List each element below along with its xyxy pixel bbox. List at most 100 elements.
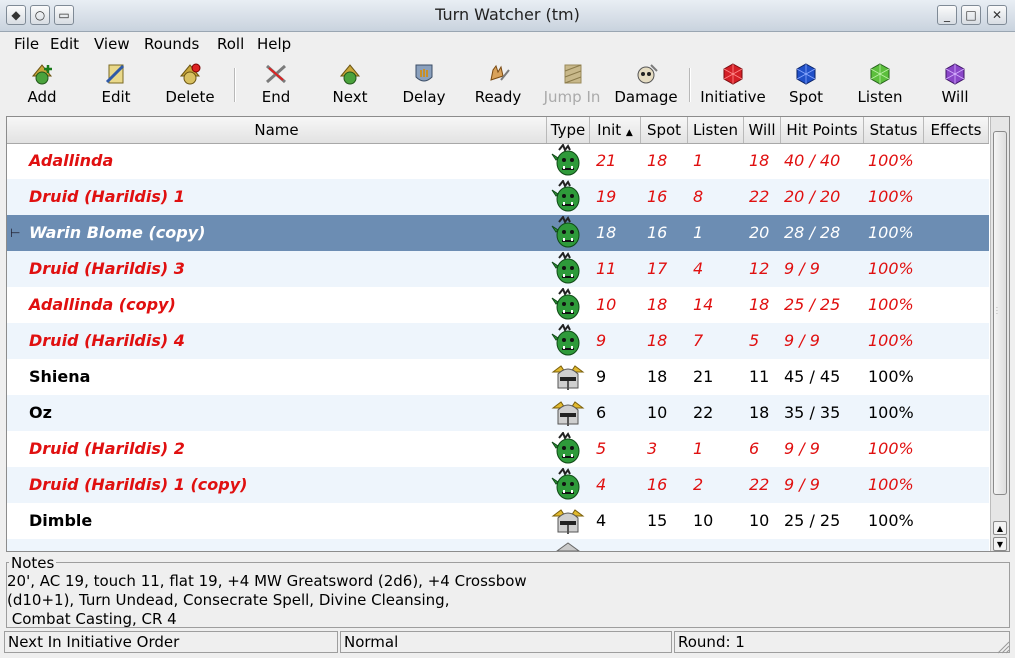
cell-listen: 7 (693, 331, 704, 350)
cell-listen: 10 (693, 511, 714, 530)
orc-icon (551, 180, 580, 212)
table-row[interactable]: Druid (Harildis) 1 (copy) 4 16 2 22 9 / 9 100% (7, 467, 989, 503)
vertical-scrollbar[interactable]: · · · ▲ ▼ (990, 117, 1009, 551)
spot-button[interactable]: Spot (770, 60, 842, 110)
scroll-down-button[interactable]: ▼ (993, 537, 1007, 551)
column-header-init[interactable]: Init ▲ (590, 117, 641, 143)
orc-icon (551, 144, 580, 176)
cell-status: 100% (868, 187, 914, 206)
cell-will: 18 (749, 403, 770, 422)
table-row[interactable]: Shiena 9 18 21 11 45 / 45 100% (7, 359, 989, 395)
column-header-name[interactable]: Name (7, 117, 547, 143)
menu-view[interactable]: View (94, 35, 130, 53)
table-row[interactable]: Druid (Harildis) 3 11 17 4 12 9 / 9 100% (7, 251, 989, 287)
orc-icon (551, 432, 580, 464)
cell-spot: 10 (647, 403, 668, 422)
ready-button[interactable]: Ready (462, 60, 534, 110)
cell-spot: 18 (647, 331, 668, 350)
initiative-button[interactable]: Initiative (697, 60, 769, 110)
toolbar-separator (234, 68, 236, 102)
menu-help[interactable]: Help (257, 35, 291, 53)
will-button[interactable]: Will (919, 60, 991, 110)
table-row[interactable]: ⊢ Warin Blome (copy) 18 16 1 20 28 / 28 100% (7, 215, 989, 251)
menu-edit[interactable]: Edit (50, 35, 79, 53)
cell-listen: 14 (693, 295, 714, 314)
cell-spot: 17 (647, 259, 668, 278)
cell-will: 22 (749, 475, 770, 494)
cell-spot: 18 (647, 295, 668, 314)
add-button[interactable]: Add (6, 60, 78, 110)
cell-init: 5 (596, 439, 607, 458)
helmet-icon (556, 542, 580, 551)
menu-file[interactable]: File (14, 35, 39, 53)
table-row[interactable]: Druid (Harildis) 1 19 16 8 22 20 / 20 100% (7, 179, 989, 215)
column-header-type[interactable]: Type (547, 117, 590, 143)
table-row[interactable]: Oz 6 10 22 18 35 / 35 100% (7, 395, 989, 431)
cell-init: 6 (596, 403, 607, 422)
status-round: Round: 1 (674, 631, 1010, 653)
damage-icon (637, 64, 658, 84)
end-button[interactable]: End (240, 60, 312, 110)
jump-in-button[interactable]: Jump In (536, 60, 608, 110)
table-header: Name Type Init ▲ Spot Listen Will Hit Po… (7, 117, 989, 144)
cell-listen: 1 (693, 151, 704, 170)
orc-icon (551, 288, 580, 320)
cell-hp: 9 / 9 (784, 259, 820, 278)
sort-ascending-icon: ▲ (625, 128, 633, 138)
next-button[interactable]: Next (314, 60, 386, 110)
cell-init: 18 (596, 223, 617, 242)
row-name: Dimble (29, 511, 93, 530)
notes-text[interactable]: 20', AC 19, touch 11, flat 19, +4 MW Gre… (7, 572, 997, 629)
tree-expander-icon[interactable]: ⊢ (10, 215, 20, 251)
cell-will: 5 (749, 331, 760, 350)
row-name: Druid (Harildis) 3 (29, 259, 185, 278)
damage-button[interactable]: Damage (610, 60, 682, 110)
table-row[interactable]: Adallinda 21 18 1 18 40 / 40 100% (7, 143, 989, 179)
cell-init: 21 (596, 151, 617, 170)
maximize-icon[interactable]: □ (961, 5, 981, 25)
column-header-hit-points[interactable]: Hit Points (781, 117, 864, 143)
menu-bar: File Edit View Rounds Roll Help (0, 32, 1015, 56)
close-icon[interactable]: ✕ (987, 5, 1007, 25)
column-header-will[interactable]: Will (744, 117, 781, 143)
cell-init: 4 (596, 475, 607, 494)
column-header-listen[interactable]: Listen (688, 117, 744, 143)
resize-grip-icon[interactable] (996, 640, 1010, 654)
cell-hp: 28 / 28 (784, 223, 841, 242)
listen-button[interactable]: Listen (844, 60, 916, 110)
scroll-up-button[interactable]: ▲ (993, 521, 1007, 535)
menu-roll[interactable]: Roll (217, 35, 244, 53)
orc-icon (551, 252, 580, 284)
orc-icon (551, 468, 580, 500)
cell-listen: 2 (693, 475, 704, 494)
delete-button[interactable]: Delete (154, 60, 226, 110)
cell-will: 22 (749, 187, 770, 206)
column-header-effects[interactable]: Effects (924, 117, 989, 143)
cell-will: 11 (749, 367, 770, 386)
ready-icon (490, 64, 510, 81)
row-name: Druid (Harildis) 1 (29, 187, 185, 206)
table-row[interactable]: Dimble 4 15 10 10 25 / 25 100% (7, 503, 989, 539)
cell-status: 100% (868, 259, 914, 278)
minimize-icon[interactable]: _ (937, 5, 957, 25)
cell-listen: 1 (693, 223, 704, 242)
column-header-spot[interactable]: Spot (641, 117, 688, 143)
table-row[interactable]: Druid (Harildis) 2 5 3 1 6 9 / 9 100% (7, 431, 989, 467)
cell-hp: 20 / 20 (784, 187, 841, 206)
notes-label: Notes (9, 554, 57, 572)
edit-button[interactable]: Edit (80, 60, 152, 110)
cell-listen: 21 (693, 367, 714, 386)
cell-spot: 16 (647, 187, 668, 206)
cell-hp: 9 / 9 (784, 331, 820, 350)
combatant-table: Name Type Init ▲ Spot Listen Will Hit Po… (6, 116, 1010, 552)
table-row[interactable]: Druid (Harildis) 4 9 18 7 5 9 / 9 100% (7, 323, 989, 359)
toolbar-separator (689, 68, 691, 102)
menu-rounds[interactable]: Rounds (144, 35, 199, 53)
row-name: Oz (29, 403, 52, 422)
table-row[interactable]: Adallinda (copy) 10 18 14 18 25 / 25 100% (7, 287, 989, 323)
delay-button[interactable]: Delay (388, 60, 460, 110)
column-header-status[interactable]: Status (864, 117, 924, 143)
cell-spot: 16 (647, 223, 668, 242)
helmet-icon (551, 401, 585, 426)
row-name: Druid (Harildis) 1 (copy) (29, 475, 248, 494)
